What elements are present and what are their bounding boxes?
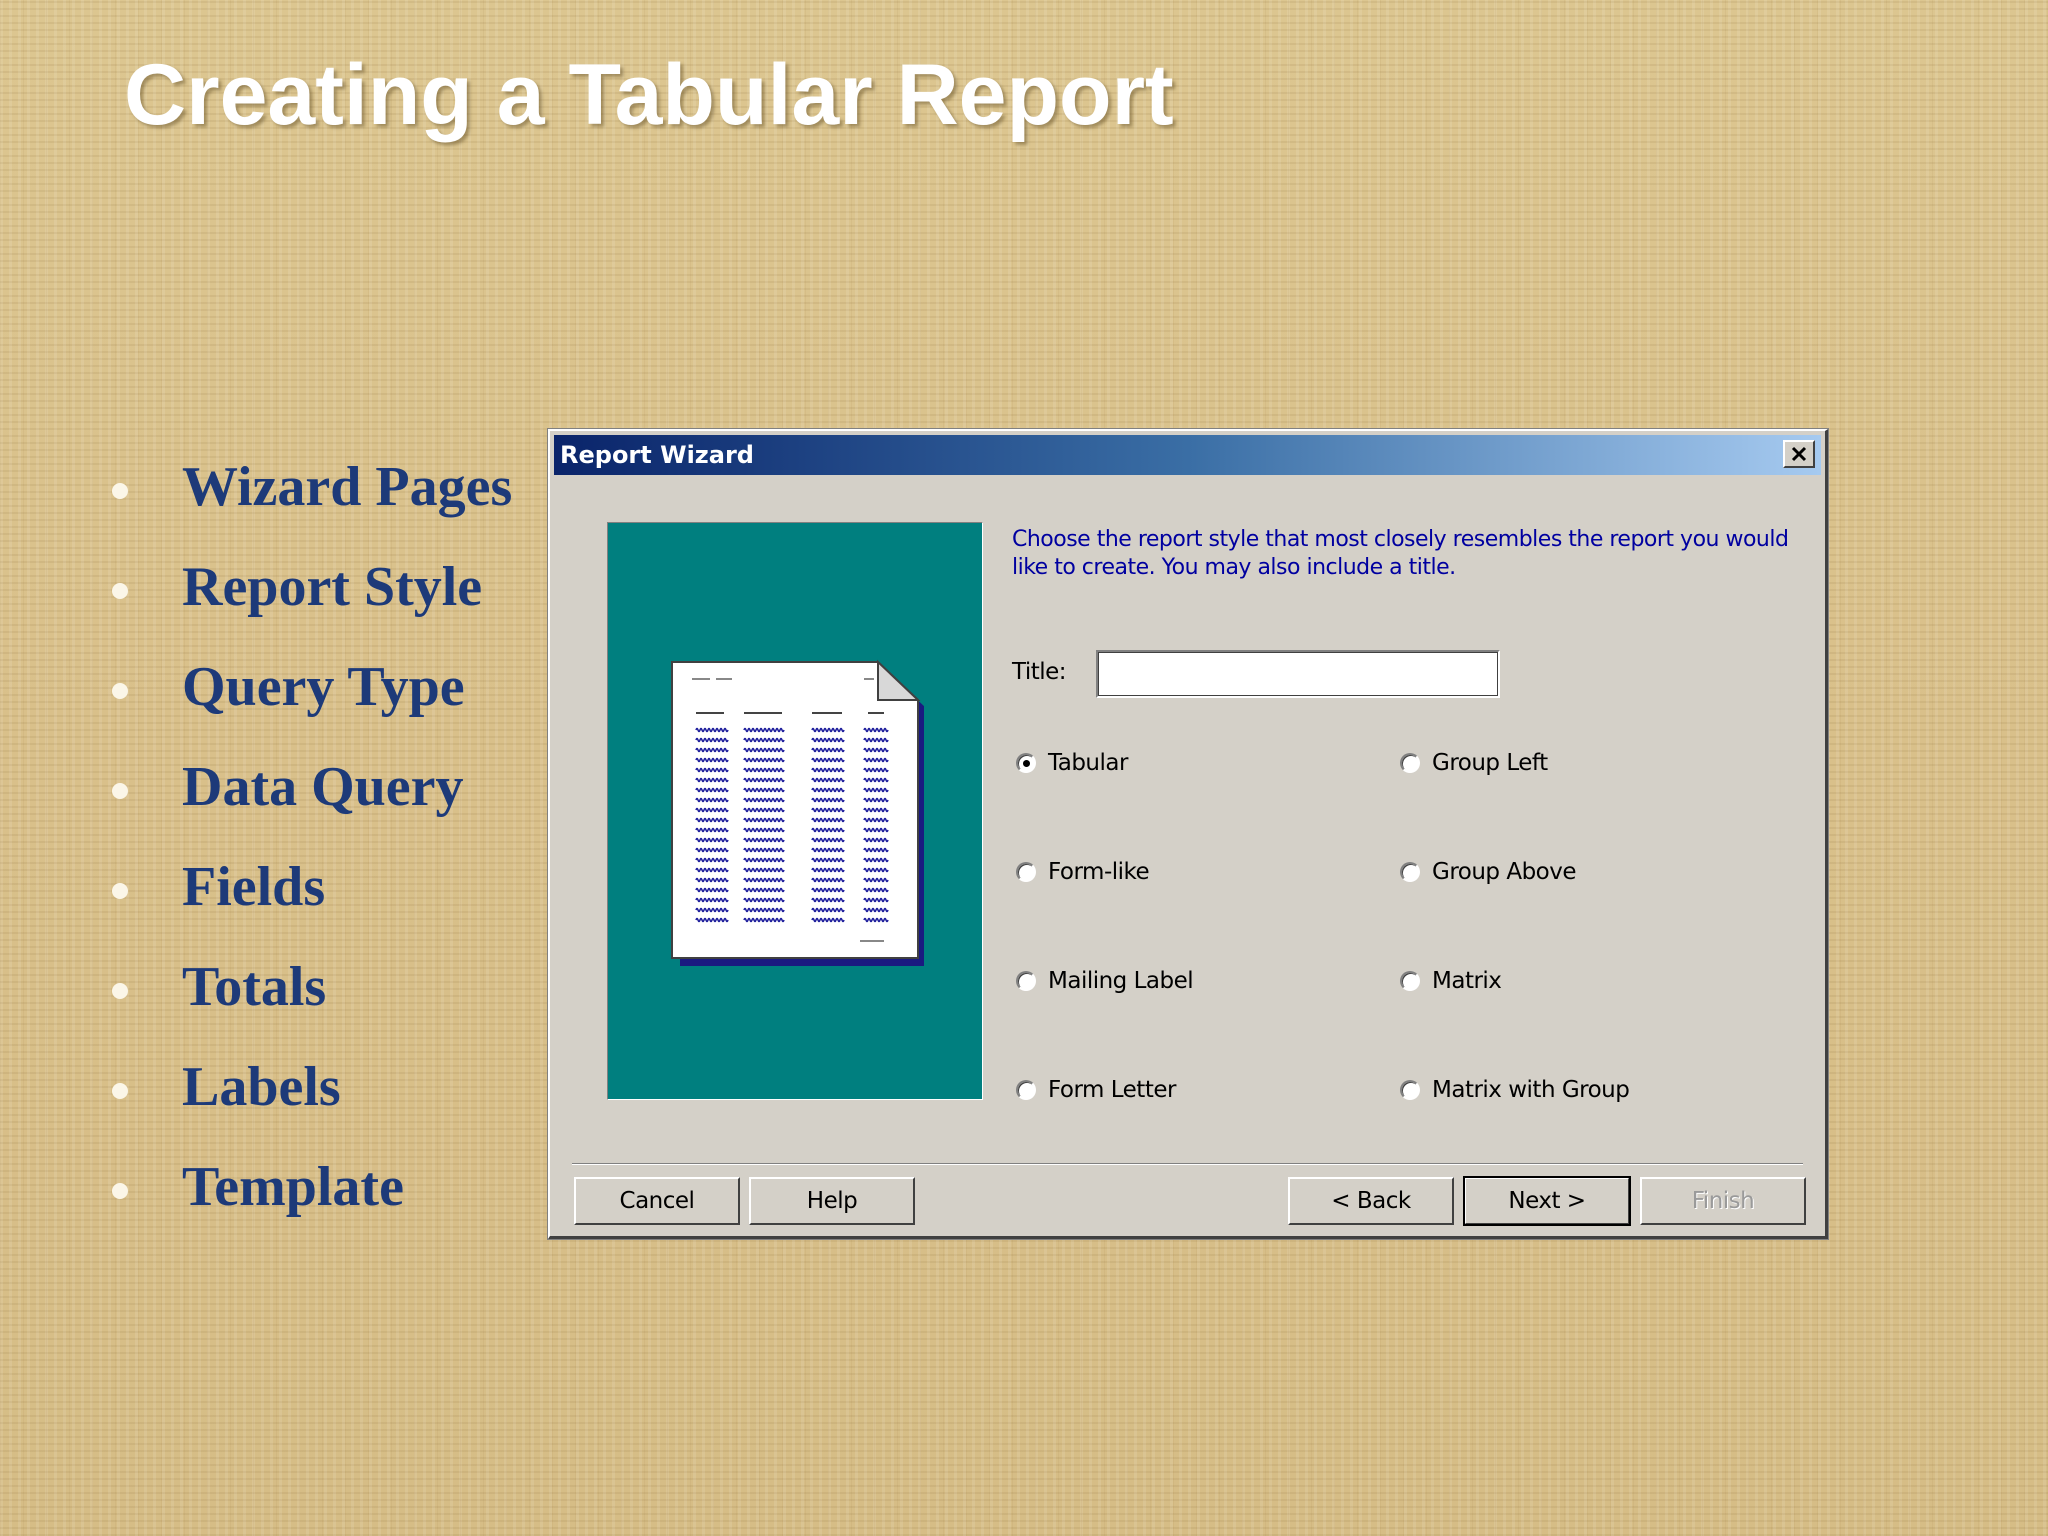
radio-form-letter[interactable]: Form Letter (1016, 1077, 1176, 1103)
bullet-text: Query Type (182, 656, 465, 718)
bullet-text: Totals (182, 956, 327, 1018)
bullet-dot-icon (112, 1183, 128, 1199)
radio-label: Matrix with Group (1432, 1077, 1630, 1103)
radio-label: Tabular (1048, 750, 1128, 776)
radio-matrix-with-group[interactable]: Matrix with Group (1400, 1077, 1630, 1103)
bullet-text: Template (182, 1156, 404, 1218)
bullet-text: Data Query (182, 756, 464, 818)
bullet-dot-icon (112, 1083, 128, 1099)
bullet-dot-icon (112, 883, 128, 899)
radio-form-like[interactable]: Form-like (1016, 859, 1150, 885)
title-label: Title: (1012, 659, 1067, 685)
radio-mailing-label[interactable]: Mailing Label (1016, 968, 1194, 994)
radio-button-icon[interactable] (1400, 753, 1420, 773)
radio-button-icon[interactable] (1016, 862, 1036, 882)
radio-button-icon[interactable] (1016, 971, 1036, 991)
radio-label: Group Left (1432, 750, 1548, 776)
radio-button-icon[interactable] (1016, 1080, 1036, 1100)
bullet-dot-icon (112, 983, 128, 999)
radio-button-icon[interactable] (1016, 753, 1036, 773)
radio-tabular[interactable]: Tabular (1016, 750, 1128, 776)
dialog-titlebar[interactable]: Report Wizard (554, 435, 1821, 475)
radio-label: Form Letter (1048, 1077, 1176, 1103)
radio-group-above[interactable]: Group Above (1400, 859, 1577, 885)
radio-label: Mailing Label (1048, 968, 1194, 994)
close-icon (1791, 446, 1807, 462)
radio-label: Form-like (1048, 859, 1150, 885)
tabular-report-preview-icon (671, 659, 924, 966)
radio-label: Matrix (1432, 968, 1502, 994)
report-wizard-dialog: Report Wizard Choose the report style th… (547, 428, 1829, 1240)
bullet-dot-icon (112, 483, 128, 499)
title-input[interactable] (1096, 650, 1500, 698)
radio-button-icon[interactable] (1400, 862, 1420, 882)
cancel-button[interactable]: Cancel (574, 1177, 740, 1225)
next-button[interactable]: Next > (1463, 1176, 1631, 1226)
help-button[interactable]: Help (749, 1177, 915, 1225)
radio-label: Group Above (1432, 859, 1577, 885)
style-preview-panel (607, 522, 983, 1100)
bullet-text: Wizard Pages (182, 456, 513, 518)
instructions-text: Choose the report style that most closel… (1012, 527, 1789, 580)
bullet-text: Labels (182, 1056, 341, 1118)
radio-button-icon[interactable] (1400, 971, 1420, 991)
bullet-dot-icon (112, 583, 128, 599)
slide-title: Creating a Tabular Report (124, 47, 1174, 143)
finish-button: Finish (1640, 1177, 1806, 1225)
dialog-title: Report Wizard (560, 441, 754, 469)
back-button[interactable]: < Back (1288, 1177, 1454, 1225)
bullet-dot-icon (112, 783, 128, 799)
close-button[interactable] (1783, 440, 1815, 468)
divider (572, 1163, 1803, 1165)
bullet-dot-icon (112, 683, 128, 699)
radio-matrix[interactable]: Matrix (1400, 968, 1502, 994)
radio-button-icon[interactable] (1400, 1080, 1420, 1100)
radio-group-left[interactable]: Group Left (1400, 750, 1548, 776)
bullet-text: Report Style (182, 556, 483, 618)
bullet-text: Fields (182, 856, 326, 918)
